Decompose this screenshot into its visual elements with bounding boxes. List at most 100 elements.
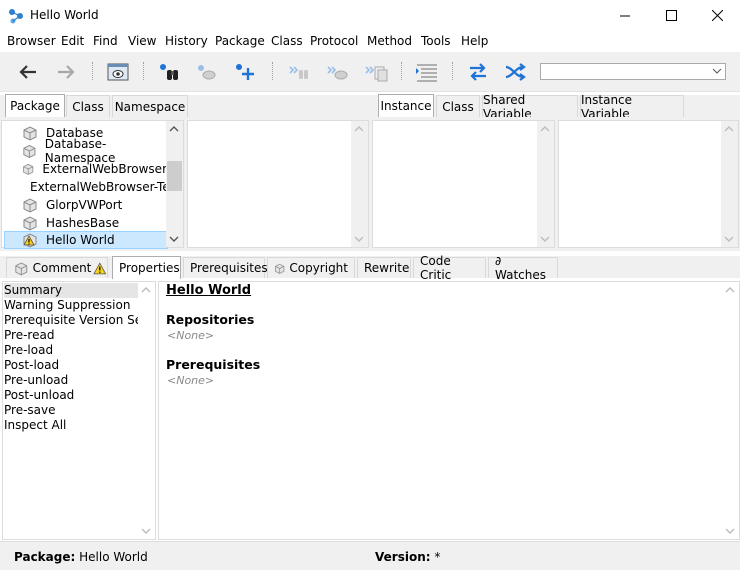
list-item[interactable]: Post-load <box>4 358 140 373</box>
package-list[interactable]: Database Database-Namespace ExternalWebB… <box>1 120 184 249</box>
list-item[interactable]: Pre-load <box>4 343 140 358</box>
scroll-down-icon <box>725 528 735 534</box>
package-list-scrollbar[interactable] <box>166 121 183 247</box>
scroll-up-icon <box>725 287 735 293</box>
menu-protocol[interactable]: Protocol <box>310 34 358 48</box>
method-list[interactable] <box>558 120 739 248</box>
list-item[interactable]: Pre-read <box>4 328 140 343</box>
list-item-selected[interactable]: Hello World <box>4 231 168 249</box>
tab-watches[interactable]: ∂ Watches <box>488 254 558 282</box>
back-button[interactable] <box>16 60 40 84</box>
tab-class[interactable]: Class <box>66 95 110 117</box>
menu-browser[interactable]: Browser <box>7 34 56 48</box>
menu-edit[interactable]: Edit <box>61 34 84 48</box>
maximize-button[interactable] <box>648 0 694 31</box>
list-item[interactable]: Prerequisite Version Selec <box>4 313 140 328</box>
tab-properties[interactable]: Properties <box>112 256 181 279</box>
lower-tab-strip: Comment Properties Prerequisites Copyrig… <box>0 254 740 282</box>
document-scrollbar[interactable] <box>722 282 739 539</box>
right-tabs: Instance Class Shared Variable Instance … <box>370 93 740 121</box>
menu-history[interactable]: History <box>165 34 208 48</box>
properties-list[interactable]: Summary Warning Suppression Prerequisite… <box>2 281 156 540</box>
class-list-scrollbar[interactable] <box>351 121 368 247</box>
menu-view[interactable]: View <box>128 34 156 48</box>
tab-code-critic[interactable]: Code Critic <box>413 254 486 282</box>
implementors-icon <box>198 65 216 80</box>
scroll-down-icon <box>141 528 151 534</box>
close-button[interactable] <box>694 0 740 31</box>
menu-tools[interactable]: Tools <box>421 34 451 48</box>
menu-bar: Browser Edit Find View History Package C… <box>0 31 740 52</box>
scroll-down-icon <box>540 236 550 242</box>
tab-comment[interactable]: Comment <box>6 257 108 278</box>
protocol-list-scrollbar[interactable] <box>537 121 554 247</box>
package-label: GlorpVWPort <box>46 198 123 212</box>
status-package: Package: Hello World <box>14 550 148 564</box>
package-icon <box>15 262 28 275</box>
search-combo[interactable] <box>540 63 726 80</box>
package-icon <box>23 216 37 231</box>
package-label: HashesBase <box>46 216 120 230</box>
tab-instance[interactable]: Instance <box>378 94 434 117</box>
refresh-button[interactable] <box>466 60 490 84</box>
package-icon <box>23 163 34 175</box>
senders-icon <box>160 64 178 80</box>
step-over-button[interactable] <box>326 60 350 84</box>
tab-namespace[interactable]: Namespace <box>112 95 188 117</box>
method-list-scrollbar[interactable] <box>721 121 738 247</box>
browse-window-button[interactable] <box>106 60 130 84</box>
list-item[interactable]: Database-Namespace <box>4 137 167 165</box>
menu-method[interactable]: Method <box>367 34 412 48</box>
list-item[interactable]: ExternalWebBrowser-Te <box>4 178 167 196</box>
format-button[interactable] <box>415 60 439 84</box>
list-item[interactable]: GlorpVWPort <box>4 196 167 214</box>
scroll-down-icon <box>169 236 179 242</box>
tab-copyright[interactable]: Copyright <box>267 257 355 278</box>
list-item[interactable]: Post-unload <box>4 388 140 403</box>
warning-icon <box>93 261 107 274</box>
tab-comment-label: Comment <box>32 261 92 275</box>
menu-help[interactable]: Help <box>461 34 488 48</box>
forward-button[interactable] <box>54 60 78 84</box>
package-warning-icon <box>23 233 37 248</box>
document-title[interactable]: Hello World <box>166 283 251 298</box>
protocol-list[interactable] <box>372 120 555 248</box>
close-icon <box>711 10 723 21</box>
list-item[interactable]: HashesBase <box>4 214 167 232</box>
list-item[interactable]: ExternalWebBrowser <box>4 160 167 178</box>
shuffle-button[interactable] <box>504 60 528 84</box>
tab-code-critic-label: Code Critic <box>420 254 452 282</box>
minimize-button[interactable] <box>602 0 648 31</box>
references-button[interactable] <box>364 60 388 84</box>
left-tabs: Package Class Namespace <box>0 94 370 117</box>
tab-rewrite[interactable]: Rewrite <box>357 257 411 278</box>
class-list[interactable] <box>187 120 369 248</box>
browse-window-icon <box>107 63 129 81</box>
list-item[interactable]: Pre-unload <box>4 373 140 388</box>
add-icon <box>236 64 254 80</box>
package-label: ExternalWebBrowser <box>42 162 167 176</box>
menu-class[interactable]: Class <box>271 34 303 48</box>
scroll-thumb[interactable] <box>167 161 182 191</box>
list-item[interactable]: Pre-save <box>4 403 140 418</box>
tab-package[interactable]: Package <box>5 94 65 117</box>
properties-list-scrollbar[interactable] <box>138 282 155 539</box>
step-in-icon <box>289 66 308 79</box>
senders-button[interactable] <box>158 60 182 84</box>
list-item[interactable]: Inspect All <box>4 418 140 433</box>
list-item[interactable]: Warning Suppression <box>4 298 140 313</box>
status-package-label: Package: <box>14 550 76 564</box>
tab-prerequisites[interactable]: Prerequisites <box>183 257 268 278</box>
chevron-down-icon <box>712 68 722 74</box>
menu-package[interactable]: Package <box>215 34 265 48</box>
tab-instance-variable[interactable]: Instance Variable <box>580 93 684 121</box>
scroll-up-icon <box>141 287 151 293</box>
tab-shared-variable[interactable]: Shared Variable <box>482 93 578 121</box>
add-button[interactable] <box>233 60 257 84</box>
tab-class-side[interactable]: Class <box>436 95 480 117</box>
list-item[interactable]: Summary <box>4 283 140 298</box>
menu-find[interactable]: Find <box>93 34 118 48</box>
shuffle-icon <box>505 63 526 81</box>
implementors-button[interactable] <box>195 60 219 84</box>
step-in-button[interactable] <box>288 60 312 84</box>
